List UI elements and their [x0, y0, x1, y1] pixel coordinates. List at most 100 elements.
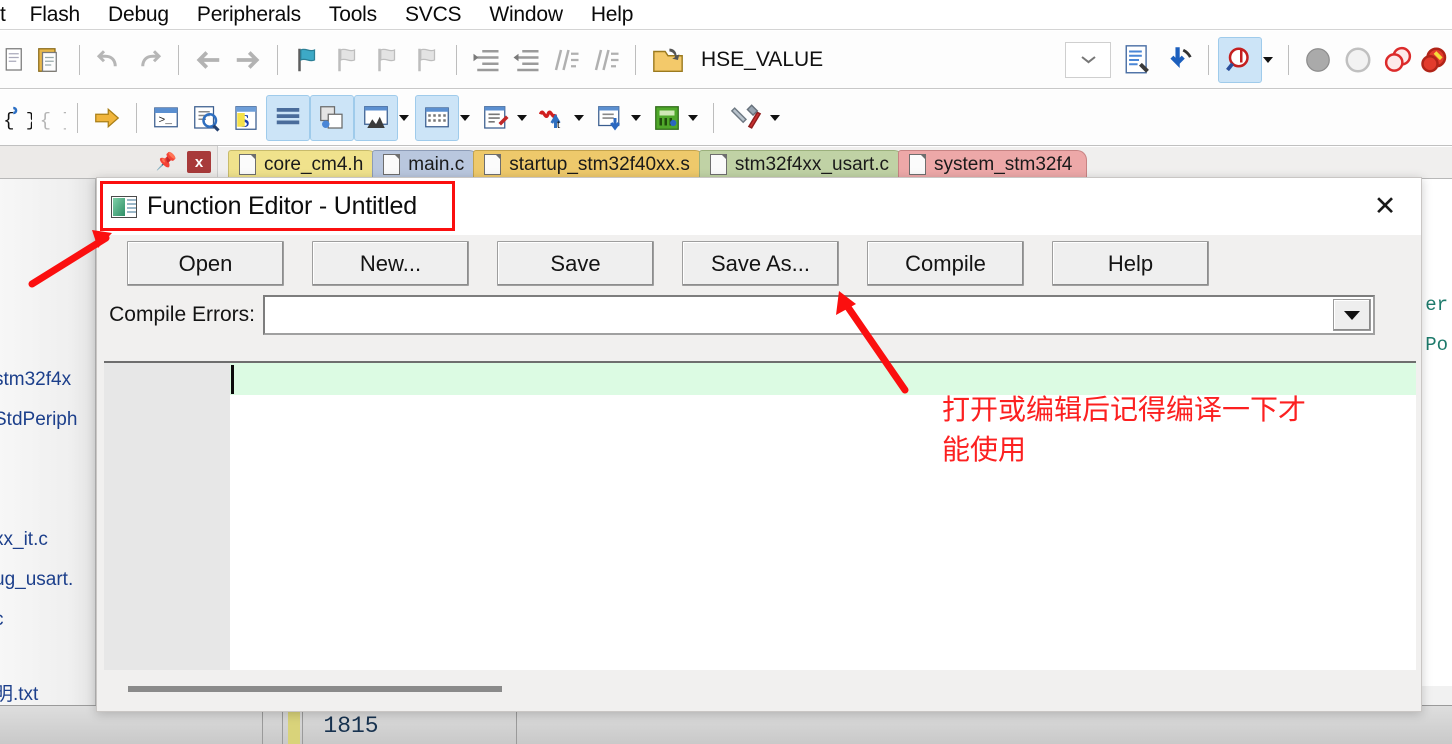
toolbar-separator: [277, 44, 278, 75]
toolbar-separator: [178, 44, 179, 75]
search-dropdown-button[interactable]: [1065, 41, 1111, 78]
compile-errors-input[interactable]: [265, 297, 1331, 333]
breakpoints-disable-icon[interactable]: [1378, 39, 1418, 81]
system-viewer-icon[interactable]: [647, 97, 687, 139]
pin-icon[interactable]: 📌: [156, 152, 177, 172]
close-panel-button[interactable]: x: [187, 151, 211, 173]
tab-core-cm4-h[interactable]: core_cm4.h: [228, 150, 379, 178]
tree-item-stdperiph[interactable]: StdPeriph: [0, 409, 77, 431]
insert-brace-icon[interactable]: { }: [0, 97, 34, 139]
bookmark-prev-icon[interactable]: [327, 39, 367, 81]
toolbar-separator: [713, 102, 714, 133]
serial-window-icon[interactable]: [476, 97, 516, 139]
indent-right-icon[interactable]: [466, 39, 506, 81]
trace-window-icon[interactable]: [590, 97, 630, 139]
menu-item-flash[interactable]: Flash: [16, 0, 94, 30]
tree-item-xx-it-c[interactable]: xx_it.c: [0, 529, 48, 551]
bookmark-next-icon[interactable]: [367, 39, 407, 81]
watch-dropdown-caret-icon[interactable]: [399, 114, 409, 121]
tab-system-stm32f4[interactable]: system_stm32f4: [898, 150, 1088, 178]
save-as-button[interactable]: Save As...: [682, 241, 839, 286]
compile-errors-dropdown-button[interactable]: [1333, 299, 1371, 331]
indent-left-icon[interactable]: [506, 39, 546, 81]
tab-label: core_cm4.h: [264, 153, 364, 175]
compile-errors-combobox[interactable]: [263, 295, 1375, 335]
menu-item-t[interactable]: t: [0, 0, 16, 30]
menu-item-svcs[interactable]: SVCS: [391, 0, 475, 30]
svg-text:t: t: [557, 117, 561, 131]
tree-item-txt[interactable]: 明.txt: [0, 679, 38, 706]
breakpoint-gray-icon[interactable]: [1298, 39, 1338, 81]
find-magnifier-icon[interactable]: [1218, 36, 1262, 83]
serial-dropdown-caret-icon[interactable]: [517, 114, 527, 121]
dialog-horizontal-scrollbar[interactable]: [104, 672, 1416, 706]
undo-icon[interactable]: [89, 39, 129, 81]
remove-brace-icon[interactable]: { }: [34, 97, 68, 139]
file-icon: [909, 154, 927, 175]
disassembly-window-icon[interactable]: [186, 97, 226, 139]
bookmark-clear-icon[interactable]: [407, 39, 447, 81]
menu-item-debug[interactable]: Debug: [94, 0, 183, 30]
memory-window-icon[interactable]: [415, 94, 459, 141]
editor-gutter: [104, 363, 230, 670]
dialog-title-bar[interactable]: Function Editor - Untitled ✕: [97, 178, 1421, 235]
breakpoint-hollow-icon[interactable]: [1338, 39, 1378, 81]
bookmark-toggle-icon[interactable]: [287, 39, 327, 81]
menu-item-window[interactable]: Window: [475, 0, 577, 30]
toolbox-icon[interactable]: [723, 97, 769, 139]
project-panel-toolbar: 📌 x: [0, 146, 218, 178]
new-button[interactable]: New...: [312, 241, 469, 286]
scrollbar-thumb[interactable]: [128, 686, 502, 692]
registers-window-icon[interactable]: [266, 94, 310, 141]
tab-startup-stm32f40xx-s[interactable]: startup_stm32f40xx.s: [473, 150, 705, 178]
command-window-icon[interactable]: >_: [146, 97, 186, 139]
close-icon[interactable]: ✕: [1349, 178, 1421, 235]
tree-item-stm32f4x[interactable]: stm32f4x: [0, 369, 71, 391]
help-button[interactable]: Help: [1052, 241, 1209, 286]
project-tree-panel[interactable]: stm32f4x StdPeriph xx_it.c ug_usart. c 明…: [0, 179, 96, 744]
redo-icon[interactable]: [129, 39, 169, 81]
uncomment-lines-icon[interactable]: [586, 39, 626, 81]
menu-item-tools[interactable]: Tools: [315, 0, 391, 30]
breakpoints-kill-icon[interactable]: [1418, 39, 1452, 81]
dialog-title: Function Editor - Untitled: [147, 192, 417, 220]
run-to-cursor-icon[interactable]: [87, 97, 127, 139]
menu-item-peripherals[interactable]: Peripherals: [183, 0, 315, 30]
incremental-find-icon[interactable]: [1159, 39, 1199, 81]
code-fragment-po: Po: [1425, 334, 1448, 356]
analysis-window-icon[interactable]: t: [533, 97, 573, 139]
symbols-window-icon[interactable]: S: [226, 97, 266, 139]
dialog-button-row: Open New... Save Save As... Compile Help: [97, 235, 1421, 286]
tree-item-c[interactable]: c: [0, 609, 4, 631]
memory-dropdown-caret-icon[interactable]: [460, 114, 470, 121]
trace-dropdown-caret-icon[interactable]: [631, 114, 641, 121]
paste-icon[interactable]: [30, 39, 70, 81]
navigate-back-icon[interactable]: [188, 39, 228, 81]
toolbox-dropdown-caret-icon[interactable]: [770, 114, 780, 121]
tab-label: stm32f4xx_usart.c: [734, 153, 890, 175]
open-file-icon[interactable]: [645, 39, 691, 81]
system-viewer-dropdown-caret-icon[interactable]: [688, 114, 698, 121]
watch-window-icon[interactable]: [354, 94, 398, 141]
toolbar-debug: { } { } >_ S: [0, 90, 1452, 146]
call-stack-window-icon[interactable]: [310, 94, 354, 141]
find-in-files-icon[interactable]: [1119, 39, 1159, 81]
file-icon: [484, 154, 502, 175]
menu-item-help[interactable]: Help: [577, 0, 647, 30]
find-dropdown-caret-icon[interactable]: [1263, 56, 1273, 63]
file-icon: [239, 154, 256, 175]
compile-button[interactable]: Compile: [867, 241, 1024, 286]
copy-icon[interactable]: [0, 39, 30, 81]
save-button[interactable]: Save: [497, 241, 654, 286]
screen-root: t Flash Debug Peripherals Tools SVCS Win…: [0, 0, 1452, 744]
tab-label: main.c: [408, 153, 465, 175]
tab-stm32f4xx-usart-c[interactable]: stm32f4xx_usart.c: [698, 150, 905, 178]
open-button[interactable]: Open: [127, 241, 284, 286]
tab-main-c[interactable]: main.c: [372, 150, 480, 178]
comment-lines-icon[interactable]: [546, 39, 586, 81]
navigate-forward-icon[interactable]: [228, 39, 268, 81]
tree-item-ug-usart[interactable]: ug_usart.: [0, 569, 73, 591]
toolbar-separator: [79, 44, 80, 75]
analysis-dropdown-caret-icon[interactable]: [574, 114, 584, 121]
svg-text:{ }: { }: [3, 109, 32, 131]
